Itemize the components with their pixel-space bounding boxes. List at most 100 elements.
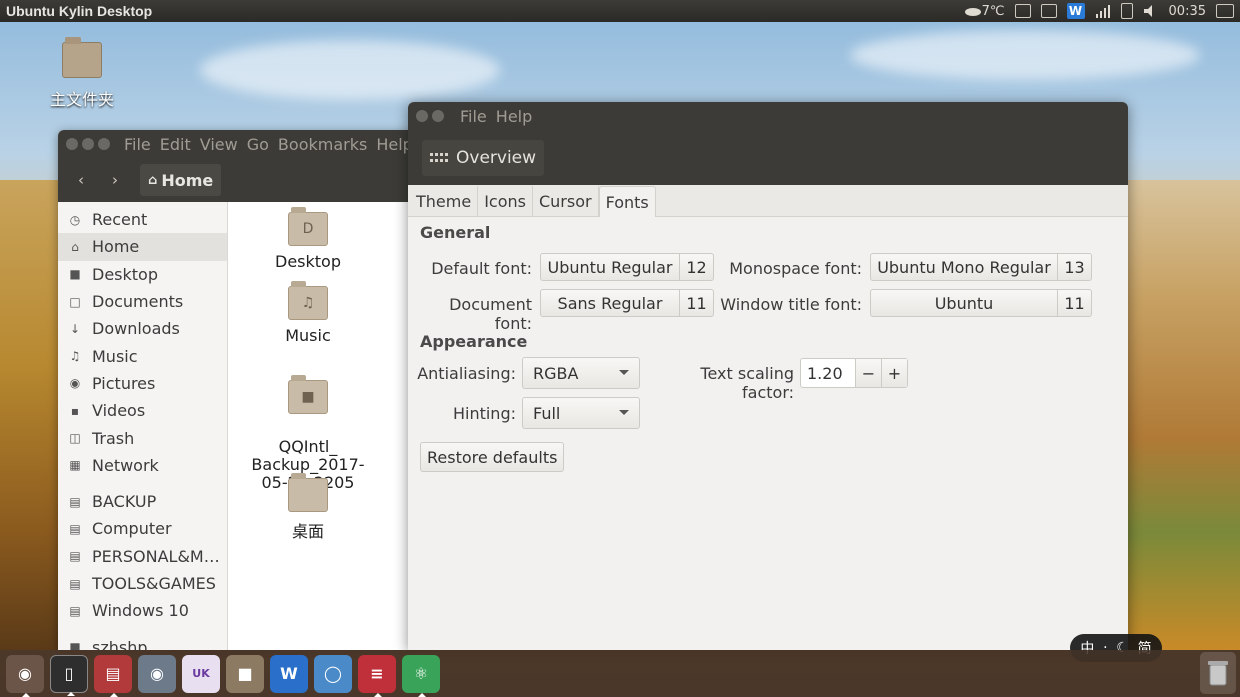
window-title-font-name: Ubuntu bbox=[934, 293, 994, 313]
sidebar-item-music[interactable]: ♫ Music bbox=[58, 342, 227, 369]
minimize-icon[interactable] bbox=[82, 138, 94, 150]
trash-icon: ◫ bbox=[69, 431, 81, 446]
sidebar-item-label: Computer bbox=[92, 519, 172, 539]
back-button[interactable]: ‹ bbox=[66, 166, 96, 194]
launcher-terminal-button[interactable]: ▯ bbox=[50, 654, 88, 696]
wps-writer-icon: W bbox=[280, 664, 298, 683]
sidebar-item-szhshp[interactable]: ■ szhshp bbox=[58, 633, 227, 650]
minimize-icon[interactable] bbox=[432, 110, 444, 122]
sidebar-item-label: szhshp bbox=[92, 637, 148, 650]
network-indicator[interactable] bbox=[1095, 4, 1111, 18]
sidebar-item-label: Network bbox=[92, 455, 159, 475]
sidebar-item-recent[interactable]: ◷ Recent bbox=[58, 206, 227, 233]
sidebar-item-downloads[interactable]: ↓ Downloads bbox=[58, 315, 227, 342]
menu-help[interactable]: Help bbox=[496, 107, 532, 126]
close-icon[interactable] bbox=[66, 138, 78, 150]
tweak-tool-titlebar[interactable]: File Help bbox=[408, 102, 1128, 130]
path-bar-home-button[interactable]: ⌂ Home bbox=[140, 164, 222, 196]
document-font-name: Sans Regular bbox=[557, 293, 663, 313]
wps-indicator[interactable]: W bbox=[1066, 3, 1085, 19]
forward-button[interactable]: › bbox=[100, 166, 130, 194]
sidebar-item-home[interactable]: ⌂ Home bbox=[58, 233, 227, 261]
launcher-trash-button[interactable] bbox=[1200, 652, 1236, 694]
launcher-dash-button[interactable]: ◉ bbox=[6, 654, 44, 697]
maximize-icon[interactable] bbox=[98, 138, 110, 150]
volume-indicator[interactable] bbox=[1143, 4, 1159, 18]
sidebar-item-videos[interactable]: ▪ Videos bbox=[58, 397, 227, 424]
tab-theme[interactable]: Theme bbox=[410, 186, 479, 216]
file-manager-titlebar[interactable]: File Edit View Go Bookmarks Help bbox=[58, 130, 418, 158]
tab-bar: Theme Icons Cursor Fonts bbox=[408, 185, 1128, 217]
tab-cursor[interactable]: Cursor bbox=[533, 186, 599, 216]
tab-fonts[interactable]: Fonts bbox=[598, 186, 656, 217]
menu-bookmarks[interactable]: Bookmarks bbox=[278, 135, 367, 154]
calendar-indicator[interactable] bbox=[1040, 4, 1057, 18]
window-title-font-button[interactable]: Ubuntu 11 bbox=[870, 289, 1092, 317]
sidebar-item-tools-games[interactable]: ▤ TOOLS&GAMES bbox=[58, 570, 227, 597]
monospace-font-button[interactable]: Ubuntu Mono Regular 13 bbox=[870, 253, 1092, 281]
session-indicator[interactable] bbox=[1216, 4, 1234, 18]
restore-defaults-button[interactable]: Restore defaults bbox=[420, 442, 565, 472]
monospace-font-size: 13 bbox=[1057, 254, 1091, 280]
sidebar-item-label: PERSONAL&M… bbox=[92, 546, 220, 566]
battery-indicator[interactable] bbox=[1120, 3, 1133, 19]
file-item-zhuomian[interactable]: 桌面 bbox=[243, 473, 373, 542]
sidebar-item-backup[interactable]: ▤ BACKUP bbox=[58, 488, 227, 515]
document-font-button[interactable]: Sans Regular 11 bbox=[540, 289, 714, 317]
clock[interactable]: 00:35 bbox=[1169, 4, 1206, 19]
indicator-area: 7℃ W 00:35 bbox=[964, 0, 1240, 22]
launcher-archive-button[interactable]: ■ bbox=[226, 654, 264, 693]
hinting-select[interactable]: Full bbox=[522, 397, 640, 429]
network-icon: ▦ bbox=[69, 458, 81, 473]
sidebar-item-computer[interactable]: ▤ Computer bbox=[58, 515, 227, 542]
calendar-icon bbox=[1040, 4, 1057, 18]
network-icon bbox=[1095, 5, 1110, 18]
keyboard-indicator[interactable] bbox=[1014, 4, 1031, 18]
antialiasing-select[interactable]: RGBA bbox=[522, 357, 640, 389]
tweak-tool-window: File Help Overview Theme Icons Cursor Fo… bbox=[408, 102, 1128, 650]
launcher-software-center-button[interactable]: UK bbox=[182, 654, 220, 693]
sidebar-item-windows10[interactable]: ▤ Windows 10 bbox=[58, 597, 227, 624]
overview-button[interactable]: Overview bbox=[422, 139, 545, 176]
sidebar-separator bbox=[58, 624, 227, 633]
tab-icons[interactable]: Icons bbox=[478, 186, 533, 216]
default-font-size: 12 bbox=[679, 254, 713, 280]
folder-icon: ■ bbox=[69, 640, 81, 650]
launcher-screenshot-button[interactable]: ◉ bbox=[138, 654, 176, 693]
default-font-button[interactable]: Ubuntu Regular 12 bbox=[540, 253, 714, 281]
monospace-font-name: Ubuntu Mono Regular bbox=[877, 257, 1051, 277]
file-item-music[interactable]: ♫ Music bbox=[243, 281, 373, 345]
file-manager-menubar: File Edit View Go Bookmarks Help bbox=[124, 135, 413, 154]
launcher-chromium-button[interactable]: ◯ bbox=[314, 654, 352, 693]
weather-icon bbox=[964, 8, 981, 16]
weather-text: 7℃ bbox=[981, 3, 1005, 19]
file-manager-window: File Edit View Go Bookmarks Help ‹ › ⌂ H… bbox=[58, 130, 418, 650]
weather-indicator[interactable]: 7℃ bbox=[964, 4, 1005, 19]
launcher-wps-writer-button[interactable]: W bbox=[270, 654, 308, 693]
menu-file[interactable]: File bbox=[124, 135, 151, 154]
menu-view[interactable]: View bbox=[200, 135, 238, 154]
menu-go[interactable]: Go bbox=[247, 135, 269, 154]
sidebar-item-trash[interactable]: ◫ Trash bbox=[58, 424, 227, 451]
close-icon[interactable] bbox=[416, 110, 428, 122]
sidebar-item-documents[interactable]: □ Documents bbox=[58, 288, 227, 315]
menu-edit[interactable]: Edit bbox=[160, 135, 191, 154]
sidebar-item-pictures[interactable]: ◉ Pictures bbox=[58, 370, 227, 397]
sidebar-item-desktop[interactable]: ■ Desktop bbox=[58, 261, 227, 288]
desktop-folder-icon: D bbox=[288, 207, 328, 246]
increase-button[interactable]: + bbox=[881, 359, 907, 387]
file-item-desktop[interactable]: D Desktop bbox=[243, 207, 373, 271]
sidebar-item-network[interactable]: ▦ Network bbox=[58, 452, 227, 479]
launcher-atom-button[interactable]: ⚛ bbox=[402, 654, 440, 697]
launcher-settings-button[interactable]: ≡ bbox=[358, 654, 396, 697]
decrease-button[interactable]: − bbox=[855, 359, 881, 387]
sidebar-item-personal[interactable]: ▤ PERSONAL&M… bbox=[58, 543, 227, 570]
appearance-section-title: Appearance bbox=[420, 332, 528, 351]
menu-file[interactable]: File bbox=[460, 107, 487, 126]
monospace-font-label: Monospace font: bbox=[729, 259, 862, 278]
desktop-home-folder[interactable]: 主文件夹 bbox=[44, 37, 120, 110]
launcher-files-button[interactable]: ▤ bbox=[94, 654, 132, 697]
hinting-value: Full bbox=[533, 403, 561, 423]
tweak-tool-menubar: File Help bbox=[460, 107, 532, 126]
text-scaling-value[interactable]: 1.20 bbox=[801, 364, 855, 383]
